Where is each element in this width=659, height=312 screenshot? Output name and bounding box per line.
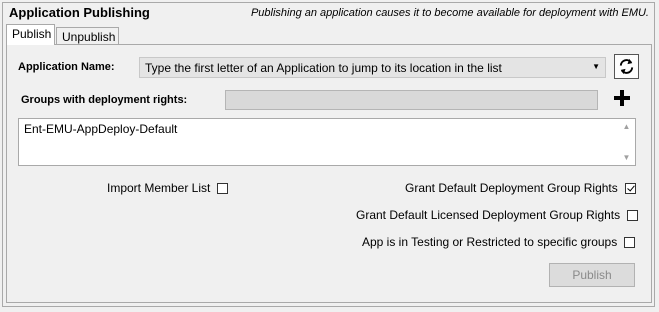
application-name-select[interactable]: Type the first letter of an Application …	[139, 57, 606, 78]
refresh-icon	[619, 58, 634, 75]
list-item[interactable]: Ent-EMU-AppDeploy-Default	[24, 122, 630, 136]
grant-default-deployment-label: Grant Default Deployment Group Rights	[405, 181, 618, 195]
scroll-down-icon[interactable]: ▼	[623, 153, 631, 162]
tab-publish[interactable]: Publish	[6, 24, 55, 45]
application-name-label: Application Name:	[18, 61, 115, 73]
app-in-testing-checkbox[interactable]	[624, 236, 636, 248]
grant-default-licensed-option[interactable]: Grant Default Licensed Deployment Group …	[356, 208, 639, 222]
groups-label: Groups with deployment rights:	[21, 94, 188, 106]
add-group-button[interactable]	[612, 89, 632, 111]
chevron-down-icon[interactable]: ▼	[592, 62, 600, 71]
scroll-up-icon[interactable]: ▲	[623, 122, 631, 131]
app-in-testing-label: App is in Testing or Restricted to speci…	[362, 235, 618, 249]
group-title: Application Publishing	[9, 5, 150, 20]
groups-input[interactable]	[225, 90, 598, 110]
import-member-list-checkbox[interactable]	[217, 182, 229, 194]
refresh-button[interactable]	[614, 54, 639, 79]
import-member-list-label: Import Member List	[107, 181, 211, 195]
app-in-testing-option[interactable]: App is in Testing or Restricted to speci…	[362, 235, 636, 249]
publishing-hint: Publishing an application causes it to b…	[250, 7, 649, 19]
grant-default-deployment-checkbox[interactable]	[624, 182, 636, 194]
plus-icon	[614, 90, 630, 106]
grant-default-deployment-option[interactable]: Grant Default Deployment Group Rights	[405, 181, 636, 195]
grant-default-licensed-checkbox[interactable]	[627, 209, 639, 221]
import-member-list-option[interactable]: Import Member List	[107, 181, 229, 195]
grant-default-licensed-label: Grant Default Licensed Deployment Group …	[356, 208, 621, 222]
application-name-value: Type the first letter of an Application …	[145, 61, 502, 75]
groups-list[interactable]: Ent-EMU-AppDeploy-Default ▲ ▼	[18, 118, 636, 166]
publish-button[interactable]: Publish	[549, 263, 635, 287]
tab-unpublish[interactable]: Unpublish	[56, 27, 119, 45]
scrollbar[interactable]: ▲ ▼	[618, 119, 635, 165]
